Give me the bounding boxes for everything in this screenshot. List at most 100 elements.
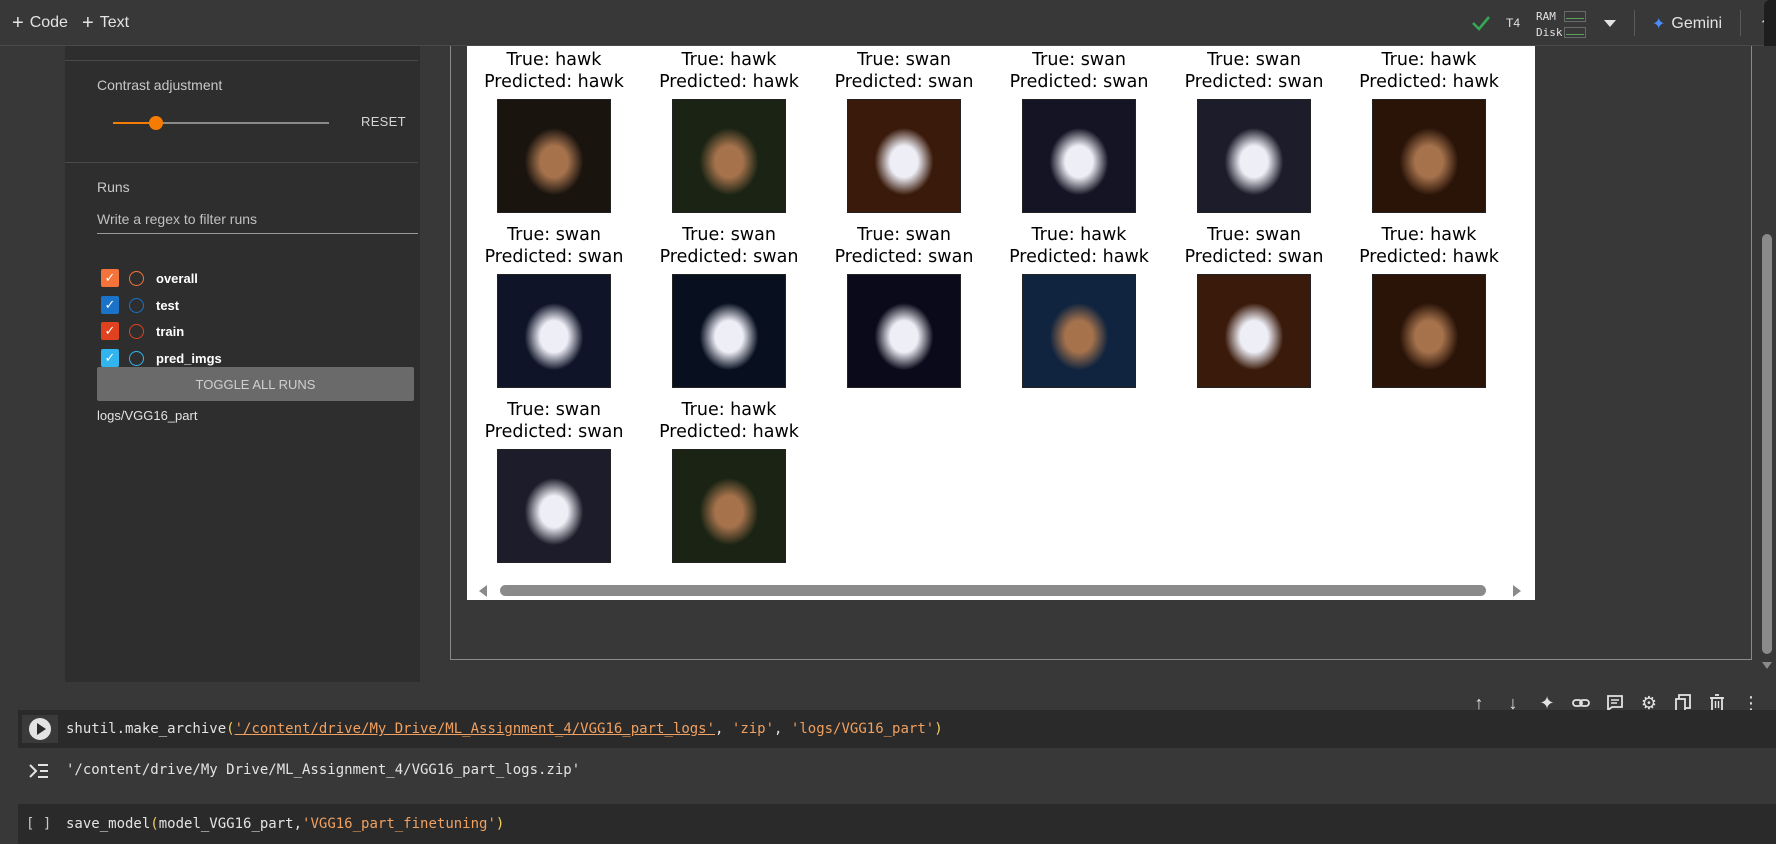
output-icon[interactable] xyxy=(28,761,50,781)
true-label: True: hawk xyxy=(1381,225,1477,245)
contrast-slider[interactable] xyxy=(113,116,329,130)
code-string: '/content/drive/My Drive/ML_Assignment_4… xyxy=(234,721,716,737)
run-item[interactable]: ✓ test xyxy=(101,294,179,316)
prediction-cell: True: hawk Predicted: hawk xyxy=(644,400,814,563)
scroll-left-icon[interactable] xyxy=(479,585,487,597)
swan-image xyxy=(1022,99,1136,213)
section-divider xyxy=(65,162,418,163)
prediction-cell: True: swan Predicted: swan xyxy=(819,50,989,213)
true-label: True: hawk xyxy=(1381,50,1477,70)
swan-image xyxy=(847,99,961,213)
toolbar-divider xyxy=(1634,10,1635,36)
prediction-cell: True: swan Predicted: swan xyxy=(1169,50,1339,213)
log-path: logs/VGG16_part xyxy=(97,408,198,423)
prediction-cell: True: hawk Predicted: hawk xyxy=(469,50,639,213)
code-function: save_model xyxy=(66,816,151,832)
scrollbar-thumb[interactable] xyxy=(500,585,1486,596)
true-label: True: swan xyxy=(1032,50,1126,70)
run-label: pred_imgs xyxy=(156,350,222,366)
chevron-down-icon[interactable] xyxy=(1604,20,1616,27)
true-label: True: swan xyxy=(682,225,776,245)
predicted-label: Predicted: swan xyxy=(659,246,799,267)
true-label: True: swan xyxy=(1207,225,1301,245)
run-checkbox[interactable]: ✓ xyxy=(101,349,119,367)
prediction-cell: True: swan Predicted: swan xyxy=(469,400,639,563)
tensorboard-sidebar: Contrast adjustment RESET Runs ✓overall✓… xyxy=(65,46,420,682)
code-cell[interactable]: shutil.make_archive('/content/drive/My D… xyxy=(18,710,1776,748)
scroll-right-icon[interactable] xyxy=(1513,585,1521,597)
prediction-cell: True: swan Predicted: swan xyxy=(1169,225,1339,388)
predicted-label: Predicted: swan xyxy=(834,71,974,92)
prediction-cell: True: swan Predicted: swan xyxy=(819,225,989,388)
swan-image xyxy=(1197,99,1311,213)
predicted-label: Predicted: hawk xyxy=(1359,246,1499,267)
prediction-cell: True: swan Predicted: swan xyxy=(644,225,814,388)
code-cell[interactable]: [ ] save_model(model_VGG16_part,'VGG16_p… xyxy=(18,804,1776,844)
gemini-sparkle-icon: ✦ xyxy=(1652,16,1666,33)
prediction-cell: True: hawk Predicted: hawk xyxy=(994,225,1164,388)
run-cell-button[interactable] xyxy=(22,715,58,743)
swan-image xyxy=(847,274,961,388)
runtime-gpu-label[interactable]: T4 xyxy=(1506,16,1520,30)
run-color-swatch[interactable] xyxy=(129,270,144,286)
disk-label[interactable]: Disk xyxy=(1536,26,1563,39)
predicted-label: Predicted: hawk xyxy=(1359,71,1499,92)
run-color-swatch[interactable] xyxy=(129,297,144,313)
code-line[interactable]: save_model(model_VGG16_part,'VGG16_part_… xyxy=(66,816,504,832)
run-label: train xyxy=(156,323,185,339)
predicted-label: Predicted: swan xyxy=(1184,71,1324,92)
predicted-label: Predicted: hawk xyxy=(659,421,799,442)
prediction-cell: True: swan Predicted: swan xyxy=(994,50,1164,213)
run-checkbox[interactable]: ✓ xyxy=(101,296,119,314)
run-item[interactable]: ✓ pred_imgs xyxy=(101,347,222,369)
run-checkbox[interactable]: ✓ xyxy=(101,322,119,340)
hawk-image xyxy=(672,449,786,563)
predicted-label: Predicted: swan xyxy=(484,246,624,267)
true-label: True: swan xyxy=(507,400,601,420)
code-string: 'VGG16_part_finetuning' xyxy=(302,816,496,832)
run-color-swatch[interactable] xyxy=(129,350,144,366)
swan-image xyxy=(1197,274,1311,388)
run-color-swatch[interactable] xyxy=(129,323,144,339)
true-label: True: swan xyxy=(857,225,951,245)
ram-meter[interactable] xyxy=(1564,11,1586,22)
swan-image xyxy=(672,274,786,388)
disk-meter[interactable] xyxy=(1564,27,1586,38)
true-label: True: hawk xyxy=(681,50,777,70)
gemini-button[interactable]: ✦ Gemini xyxy=(1652,14,1722,34)
notebook-toolbar: + Code + Text T4 RAM Disk ✦ Gemini ↗ xyxy=(0,0,1776,46)
predicted-label: Predicted: swan xyxy=(484,421,624,442)
run-filter-input[interactable] xyxy=(97,204,418,234)
add-text-button[interactable]: + Text xyxy=(82,13,129,33)
run-item[interactable]: ✓ overall xyxy=(101,267,198,289)
hawk-image xyxy=(672,99,786,213)
toggle-all-runs-button[interactable]: TOGGLE ALL RUNS xyxy=(97,367,414,401)
scrollbar-thumb[interactable] xyxy=(1762,234,1772,654)
horizontal-scrollbar[interactable] xyxy=(467,580,1535,600)
run-checkbox[interactable]: ✓ xyxy=(101,269,119,287)
reset-button[interactable]: RESET xyxy=(361,114,406,129)
scroll-down-icon[interactable] xyxy=(1762,662,1772,669)
run-item[interactable]: ✓ train xyxy=(101,320,184,342)
execution-count[interactable]: [ ] xyxy=(26,816,51,832)
contrast-title: Contrast adjustment xyxy=(97,77,223,93)
runs-title: Runs xyxy=(97,179,130,195)
run-label: overall xyxy=(156,270,198,286)
contrast-slider-thumb[interactable] xyxy=(149,116,164,130)
ram-label[interactable]: RAM xyxy=(1536,10,1556,23)
prediction-cell: True: hawk Predicted: hawk xyxy=(1344,50,1514,213)
hawk-image xyxy=(1022,274,1136,388)
output-text: '/content/drive/My Drive/ML_Assignment_4… xyxy=(66,762,581,778)
hawk-image xyxy=(1372,274,1486,388)
code-argument: model_VGG16_part xyxy=(158,816,294,832)
section-divider xyxy=(65,60,418,61)
true-label: True: hawk xyxy=(1031,225,1127,245)
toolbar-divider xyxy=(1740,10,1741,36)
plus-icon: + xyxy=(12,12,24,34)
vertical-scrollbar[interactable] xyxy=(1758,46,1776,680)
true-label: True: hawk xyxy=(506,50,602,70)
code-line[interactable]: shutil.make_archive('/content/drive/My D… xyxy=(66,721,943,737)
connected-check-icon[interactable] xyxy=(1470,12,1492,34)
predicted-label: Predicted: swan xyxy=(834,246,974,267)
add-code-button[interactable]: + Code xyxy=(12,12,68,34)
